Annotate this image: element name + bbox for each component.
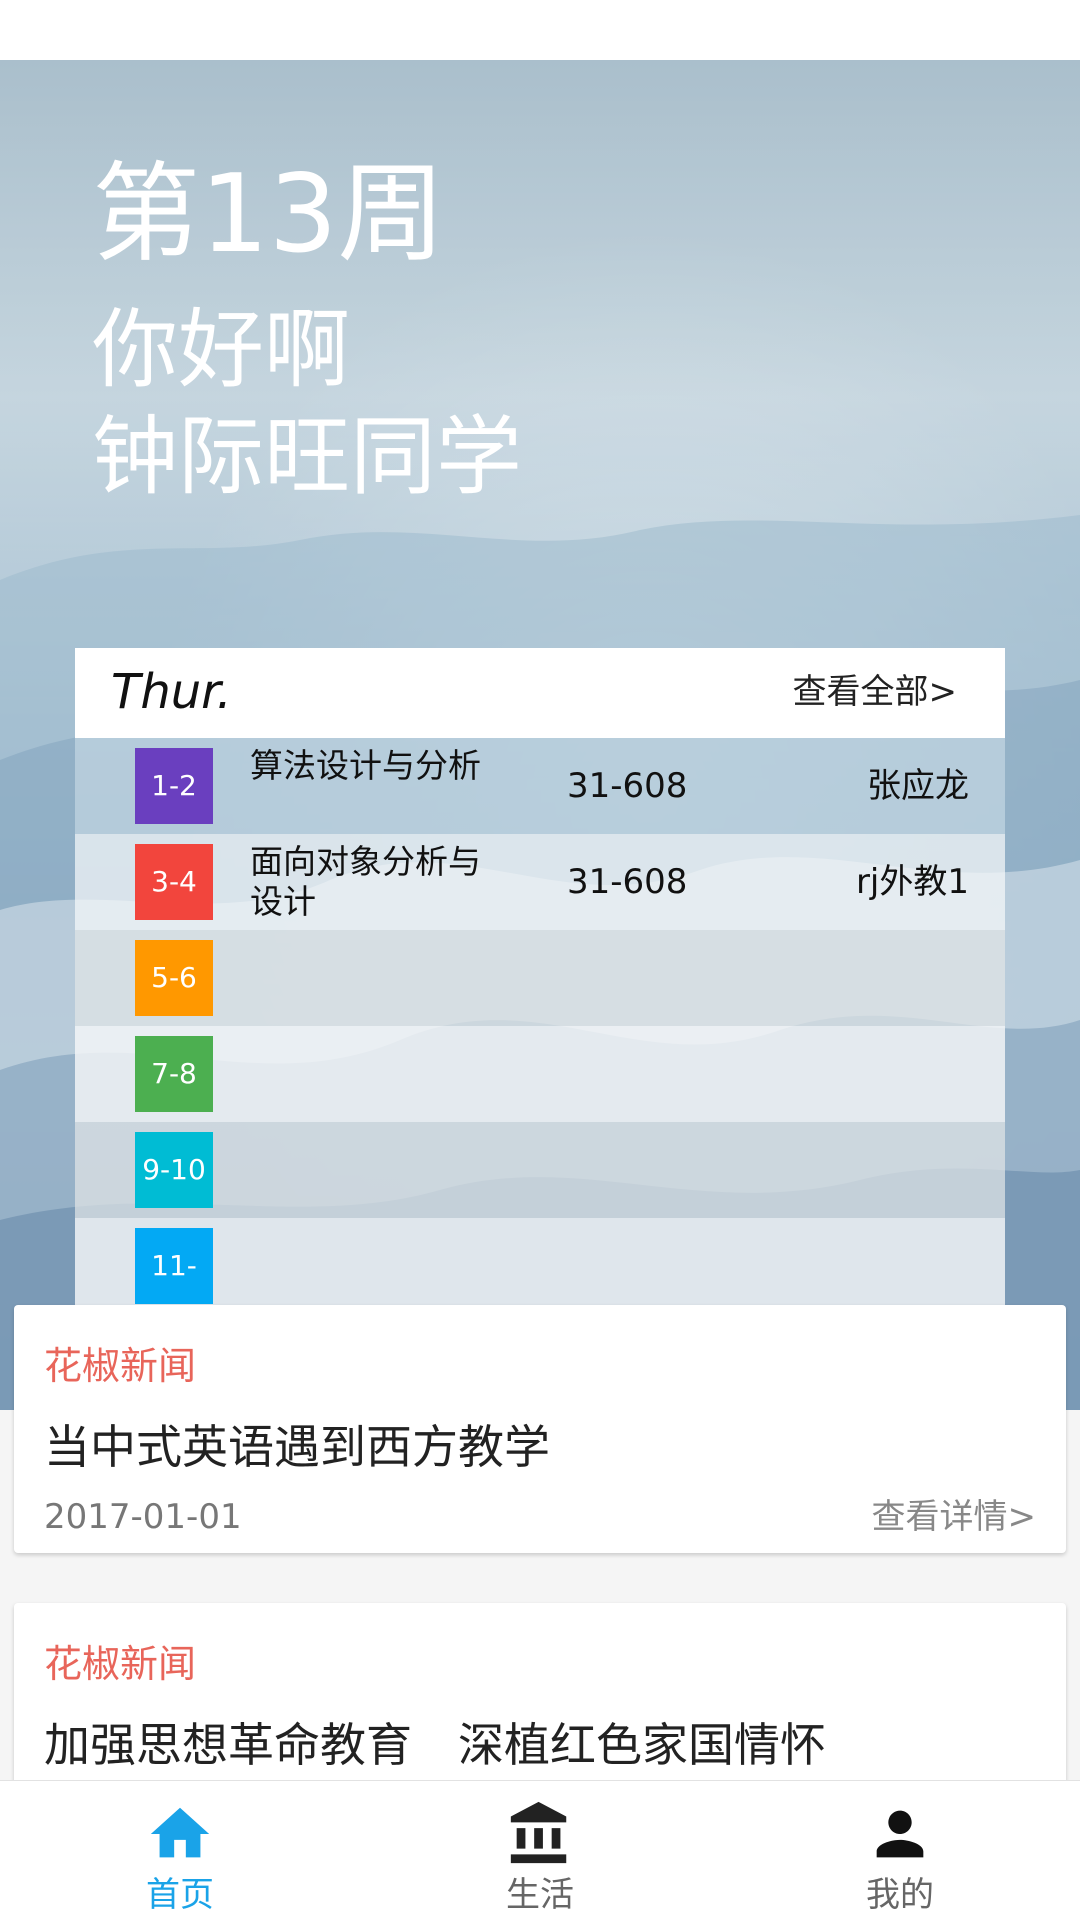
schedule-row[interactable]: 3-4 面向对象分析与设计 31-608 rj外教1: [75, 834, 1005, 930]
status-bar: [0, 0, 1080, 60]
news-date: 2017-01-01: [44, 1497, 242, 1537]
person-icon: [876, 1810, 924, 1858]
home-icon: [150, 1807, 210, 1858]
course-room: 31-608: [567, 862, 688, 902]
news-title: 加强思想革命教育 深植红色家国情怀: [44, 1718, 826, 1772]
course-room: 31-608: [567, 766, 688, 806]
news-card[interactable]: 花椒新闻 当中式英语遇到西方教学 2017-01-01 查看详情>: [14, 1305, 1066, 1553]
hero-banner: 第13周 你好啊 钟际旺同学 Thur. 查看全部> 1-2 算法设计与分析 3…: [0, 60, 1080, 1410]
nav-mine-label: 我的: [866, 1875, 934, 1915]
nav-life[interactable]: 生活: [360, 1781, 720, 1921]
week-number: 第13周: [92, 152, 446, 277]
schedule-row[interactable]: 9-10: [75, 1122, 1005, 1218]
bank-icon: [510, 1801, 567, 1864]
schedule-card: Thur. 查看全部> 1-2 算法设计与分析 31-608 张应龙 3-4 面…: [75, 648, 1005, 1358]
greeting-text: 你好啊: [92, 300, 350, 400]
nav-life-label: 生活: [506, 1875, 574, 1915]
schedule-row[interactable]: 1-2 算法设计与分析 31-608 张应龙: [75, 738, 1005, 834]
slot-badge: 3-4: [135, 844, 213, 920]
slot-badge: 5-6: [135, 940, 213, 1016]
schedule-day: Thur.: [111, 664, 232, 720]
course-name: 面向对象分析与设计: [250, 842, 481, 921]
slot-badge: 11-12: [135, 1228, 213, 1358]
schedule-row[interactable]: 5-6: [75, 930, 1005, 1026]
nav-mine[interactable]: 我的: [720, 1781, 1080, 1921]
slot-badge: 9-10: [135, 1132, 213, 1208]
slot-badge: 7-8: [135, 1036, 213, 1112]
slot-badge: 1-2: [135, 748, 213, 824]
bottom-navigation: 首页 生活 我的: [0, 1780, 1080, 1921]
news-title: 当中式英语遇到西方教学: [44, 1420, 550, 1474]
schedule-header: Thur. 查看全部>: [75, 648, 1005, 738]
schedule-row[interactable]: 11-12: [75, 1218, 1005, 1358]
course-name: 算法设计与分析: [250, 746, 481, 785]
news-source: 花椒新闻: [44, 1344, 197, 1388]
student-name: 钟际旺同学: [92, 407, 522, 507]
course-teacher: 张应龙: [867, 766, 969, 806]
nav-home[interactable]: 首页: [0, 1781, 360, 1921]
news-source: 花椒新闻: [44, 1642, 197, 1686]
course-teacher: rj外教1: [855, 862, 969, 902]
view-all-link[interactable]: 查看全部>: [793, 670, 958, 714]
nav-home-label: 首页: [146, 1875, 214, 1915]
schedule-row[interactable]: 7-8: [75, 1026, 1005, 1122]
view-detail-link[interactable]: 查看详情>: [872, 1495, 1037, 1539]
